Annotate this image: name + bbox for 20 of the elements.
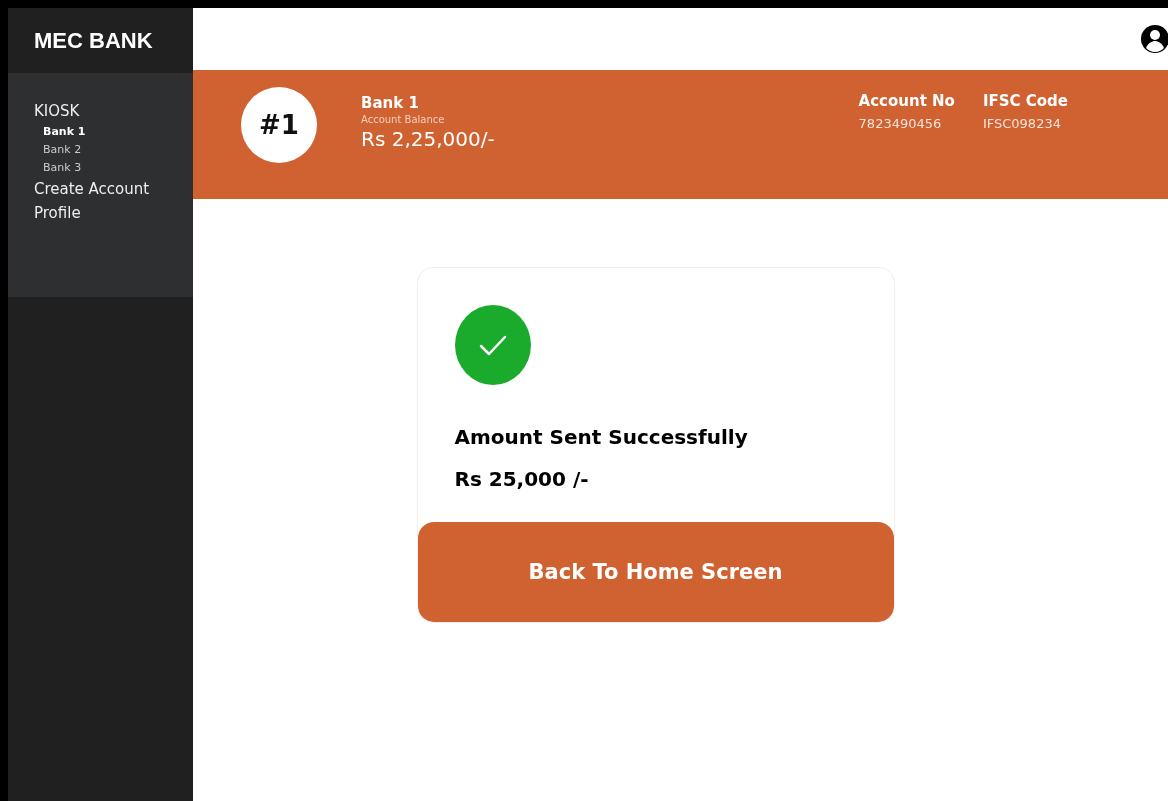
bank-name: Bank 1 bbox=[361, 94, 420, 112]
balance-amount: Rs 2,25,000/- bbox=[361, 127, 495, 151]
field-value: 7823490456 bbox=[858, 116, 943, 131]
sidebar-item[interactable]: Profile bbox=[34, 201, 193, 225]
sidebar-item[interactable]: KIOSK bbox=[34, 99, 193, 123]
success-message: Amount Sent Successfully bbox=[454, 425, 749, 449]
check-icon bbox=[454, 305, 531, 385]
sidebar-subitem[interactable]: Bank 3 bbox=[34, 159, 193, 177]
field-label: Account No bbox=[858, 92, 955, 110]
field-label: IFSC Code bbox=[982, 92, 1068, 110]
user-icon[interactable] bbox=[1140, 24, 1168, 54]
balance-label: Account Balance bbox=[361, 114, 446, 125]
sidebar-subitem[interactable]: Bank 1 bbox=[34, 123, 193, 141]
field-value: IFSC098234 bbox=[982, 116, 1062, 131]
sent-amount: Rs 25,000 /- bbox=[454, 467, 590, 491]
home-button[interactable]: Back To Home Screen bbox=[417, 522, 894, 622]
sidebar-subitem[interactable]: Bank 2 bbox=[34, 141, 193, 159]
sidebar-item[interactable]: Create Account bbox=[34, 177, 193, 201]
brand-logo: MEC BANK bbox=[33, 26, 154, 55]
account-badge: #1 bbox=[241, 87, 317, 163]
